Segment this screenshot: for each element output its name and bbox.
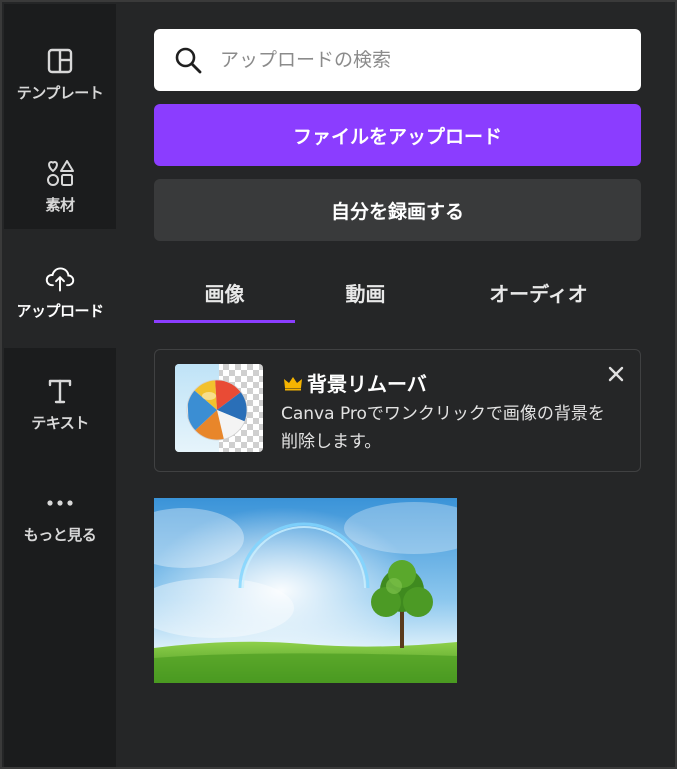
upload-cloud-icon (45, 264, 75, 294)
sidebar-item-templates[interactable]: テンプレート (4, 18, 116, 130)
sidebar-item-text[interactable]: テキスト (4, 348, 116, 460)
uploads-panel-window: テンプレート 素材 アップロード テキスト もっと見る アップロードの検索 ファ… (0, 0, 677, 769)
sidebar-item-label: テキスト (31, 413, 89, 432)
background-remover-promo[interactable]: 背景リムーバ Canva Proでワンクリックで画像の背景を削除します。 (154, 349, 641, 472)
sidebar-item-label: アップロード (16, 301, 104, 320)
sidebar-item-label: もっと見る (23, 525, 97, 544)
more-dots-icon (45, 488, 75, 518)
tab-audio[interactable]: オーディオ (436, 262, 641, 322)
active-tab-indicator (154, 320, 295, 323)
sidebar-item-more[interactable]: もっと見る (4, 460, 116, 572)
template-icon (45, 46, 75, 76)
crown-icon (283, 375, 303, 391)
record-yourself-button[interactable]: 自分を録画する (154, 179, 641, 241)
search-box[interactable] (154, 29, 641, 91)
text-icon (45, 376, 75, 406)
search-icon (174, 46, 202, 74)
tab-images[interactable]: 画像 (154, 262, 295, 322)
promo-title: 背景リムーバ (307, 372, 427, 396)
sidebar-item-uploads[interactable]: アップロード (4, 236, 116, 348)
uploaded-image-thumbnail[interactable] (154, 498, 457, 683)
upload-file-button[interactable]: ファイルをアップロード (154, 104, 641, 166)
media-tabs: 画像 動画 オーディオ (154, 262, 641, 324)
sidebar-item-label: 素材 (45, 195, 75, 214)
elements-icon (45, 158, 75, 188)
sidebar-item-elements[interactable]: 素材 (4, 130, 116, 242)
uploads-panel: ファイルをアップロード 自分を録画する 画像 動画 オーディオ (116, 4, 675, 767)
promo-description: Canva Proでワンクリックで画像の背景を削除します。 (281, 404, 605, 452)
tab-videos[interactable]: 動画 (295, 262, 436, 322)
search-input[interactable] (220, 49, 620, 71)
sidebar-item-label: テンプレート (16, 83, 104, 102)
close-icon[interactable] (606, 364, 626, 384)
beach-ball-thumbnail (175, 364, 263, 452)
sidebar: テンプレート 素材 アップロード テキスト もっと見る (4, 4, 116, 767)
